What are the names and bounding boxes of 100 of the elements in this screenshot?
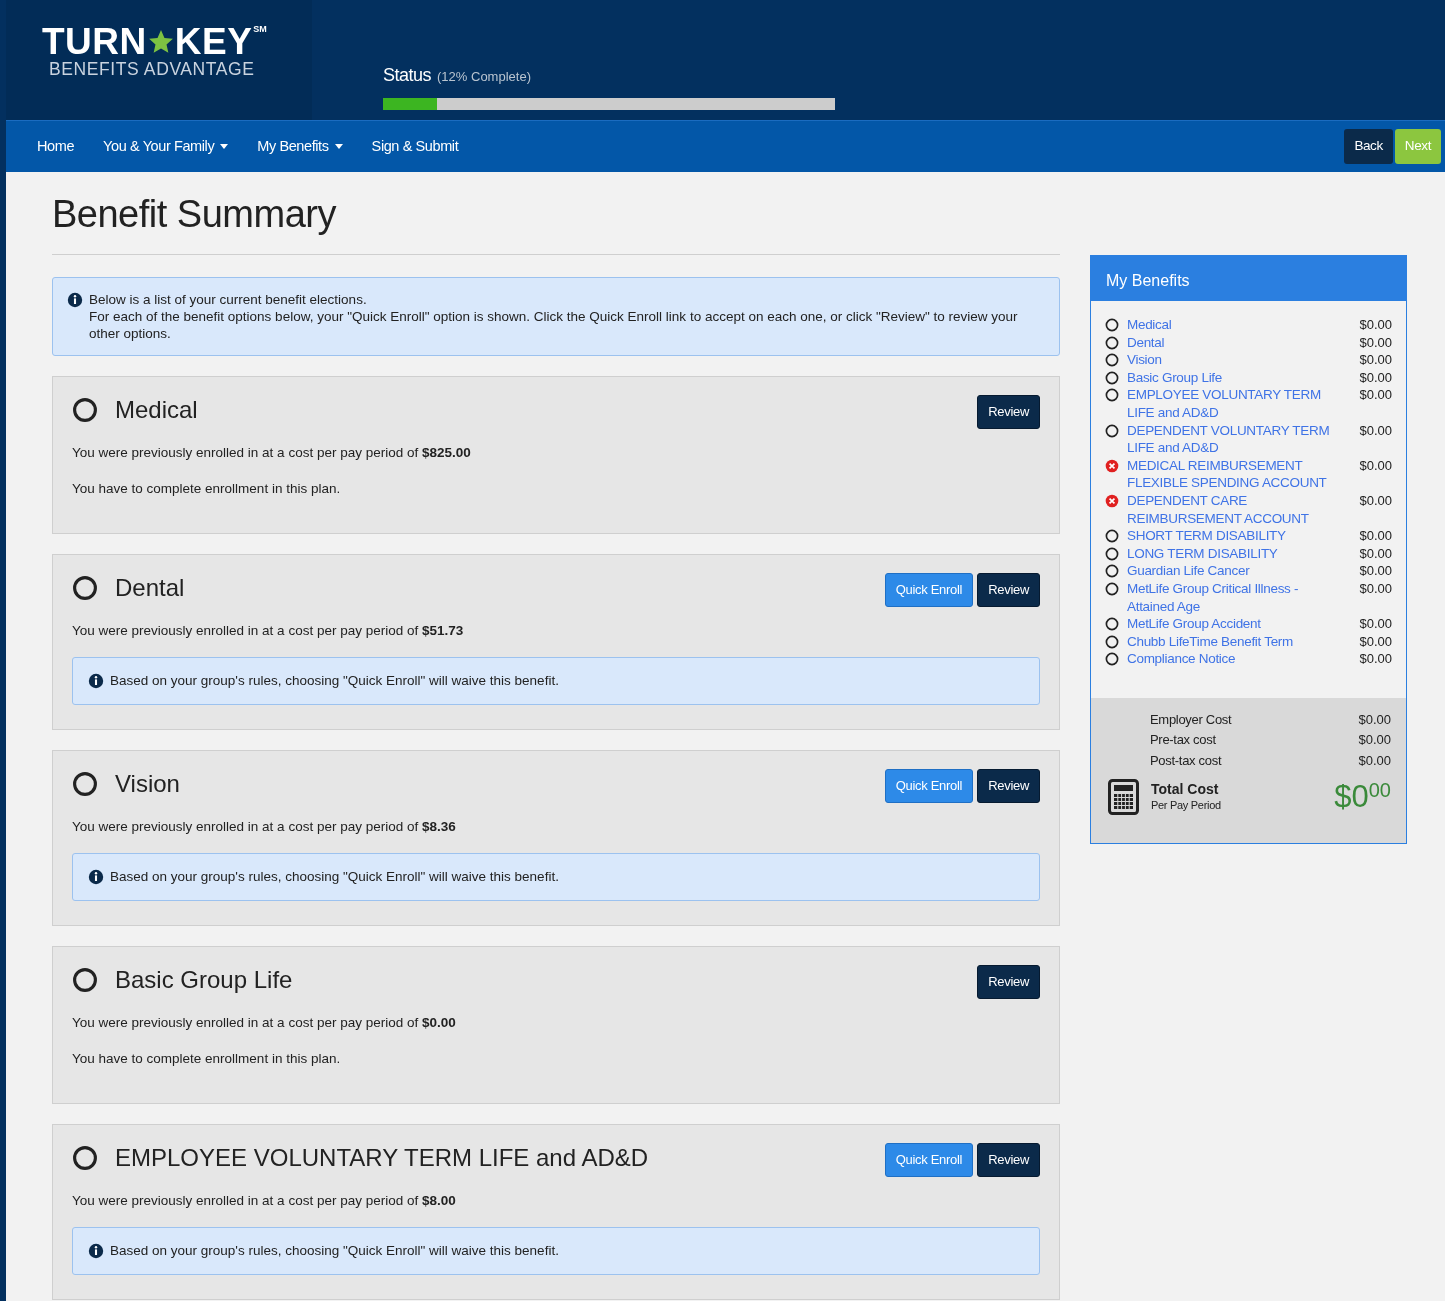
benefit-link[interactable]: DEPENDENT CARE REIMBURSEMENT ACCOUNT	[1127, 491, 1335, 528]
benefit-link[interactable]: MetLife Group Accident	[1127, 615, 1261, 633]
benefit-amount: $0.00	[1359, 456, 1392, 475]
benefit-amount: $0.00	[1359, 351, 1392, 369]
error-icon	[1105, 493, 1119, 508]
benefit-link[interactable]: Medical	[1127, 316, 1172, 334]
benefit-amount: $0.00	[1359, 650, 1392, 668]
radio-circle-icon	[1105, 388, 1119, 403]
status-detail: (12% Complete)	[437, 68, 531, 86]
cost-label: Pre-tax cost	[1150, 731, 1216, 750]
intro-text: Below is a list of your current benefit elections.	[89, 291, 368, 308]
calculator-icon	[1108, 779, 1139, 816]
benefit-link[interactable]: MetLife Group Critical Illness - Attained Age	[1127, 579, 1335, 616]
cost-text: You were previously enrolled in at a cost per pay period of $0.00	[72, 1013, 457, 1032]
benefit-link[interactable]: SHORT TERM DISABILITY	[1127, 527, 1286, 545]
logo-word: TURN	[42, 24, 147, 60]
radio-circle-icon	[1105, 652, 1119, 667]
benefit-amount: $0.00	[1359, 491, 1392, 510]
review-button[interactable]: Review	[977, 395, 1040, 429]
total-cents: 00	[1368, 780, 1391, 801]
benefit-link[interactable]: MEDICAL REIMBURSEMENT FLEXIBLE SPENDING ACCOUNT	[1127, 456, 1335, 492]
back-button[interactable]: Back	[1344, 129, 1393, 164]
total-sublabel: Per Pay Period	[1151, 798, 1221, 814]
next-button[interactable]: Next	[1394, 129, 1441, 164]
benefit-title: Basic Group Life	[115, 965, 293, 995]
benefit-link[interactable]: LONG TERM DISABILITY	[1127, 544, 1278, 563]
status-label: Status	[383, 64, 432, 87]
quick-enroll-button[interactable]: Quick Enroll	[884, 1143, 974, 1177]
alert-text: Based on your group's rules, choosing "Quick Enroll" will waive this benefit.	[110, 867, 559, 886]
radio-circle-icon	[1105, 335, 1119, 350]
benefit-amount: $0.00	[1359, 544, 1392, 563]
quick-enroll-button[interactable]: Quick Enroll	[884, 573, 974, 607]
cost-text: You were previously enrolled in at a cost per pay period of $825.00	[72, 443, 472, 462]
cost-text: You were previously enrolled in at a cost per pay period of $51.73	[72, 621, 465, 640]
cost-text: You were previously enrolled in at a cost per pay period of $8.00	[72, 1191, 457, 1210]
alert-text: Based on your group's rules, choosing "Quick Enroll" will waive this benefit.	[110, 671, 559, 690]
benefit-title: EMPLOYEE VOLUNTARY TERM LIFE and AD&D	[115, 1143, 649, 1173]
caret-icon	[334, 144, 343, 149]
enrollment-note: You have to complete enrollment in this plan.	[72, 479, 342, 498]
benefit-link[interactable]: Compliance Notice	[1127, 650, 1236, 668]
logo-word: KEY	[174, 24, 253, 60]
radio-circle-icon	[1105, 318, 1119, 332]
benefit-link[interactable]: EMPLOYEE VOLUNTARY TERM LIFE and AD&D	[1127, 386, 1335, 422]
benefit-link[interactable]: Guardian Life Cancer	[1127, 562, 1250, 580]
benefit-amount: $0.00	[1359, 421, 1392, 440]
benefit-link[interactable]: Chubb LifeTime Benefit Term	[1127, 632, 1293, 651]
info-icon	[67, 292, 83, 308]
nav-link[interactable]: Home	[37, 135, 75, 158]
total-amount: $0	[1334, 780, 1369, 815]
cost-label: Post-tax cost	[1150, 751, 1222, 770]
review-button[interactable]: Review	[977, 573, 1040, 607]
radio-circle-icon	[1105, 529, 1119, 544]
benefit-link[interactable]: Vision	[1127, 351, 1162, 369]
benefit-amount: $0.00	[1359, 579, 1392, 598]
benefit-amount: $0.00	[1359, 562, 1392, 580]
radio-circle-icon	[1105, 546, 1119, 561]
cost-label: Employer Cost	[1150, 710, 1232, 729]
panel-title: My Benefits	[1091, 256, 1406, 301]
cost-amount: $0.00	[1358, 710, 1391, 729]
intro-text: For each of the benefit options below, your "Quick Enroll" option is shown. Click the Quick Enroll link to accept on each one, or click "Review" to review your other options.	[89, 308, 1019, 342]
page-title: Benefit Summary	[52, 192, 338, 236]
benefit-amount: $0.00	[1359, 632, 1392, 651]
quick-enroll-button[interactable]: Quick Enroll	[884, 769, 974, 803]
radio-circle-icon	[72, 575, 98, 601]
benefit-amount: $0.00	[1359, 527, 1392, 545]
radio-circle-icon	[1105, 634, 1119, 649]
review-button[interactable]: Review	[977, 965, 1040, 999]
review-button[interactable]: Review	[977, 1143, 1040, 1177]
service-mark: SM	[253, 24, 267, 34]
cost-text: You were previously enrolled in at a cost per pay period of $8.36	[72, 817, 457, 836]
benefit-amount: $0.00	[1359, 386, 1392, 405]
enrollment-note: You have to complete enrollment in this plan.	[72, 1049, 342, 1068]
info-icon	[88, 1243, 104, 1260]
error-icon	[1105, 458, 1119, 473]
nav-link[interactable]: My Benefits	[257, 135, 343, 158]
benefit-link[interactable]: DEPENDENT VOLUNTARY TERM LIFE and AD&D	[1127, 421, 1335, 457]
benefit-amount: $0.00	[1359, 333, 1392, 352]
benefit-amount: $0.00	[1359, 615, 1392, 633]
star-icon	[147, 29, 174, 55]
radio-circle-icon	[72, 1145, 98, 1171]
radio-circle-icon	[1105, 353, 1119, 368]
nav-link[interactable]: You & Your Family	[103, 135, 229, 158]
benefit-link[interactable]: Dental	[1127, 333, 1165, 352]
radio-circle-icon	[72, 771, 98, 797]
radio-circle-icon	[72, 397, 98, 423]
benefit-title: Vision	[115, 769, 180, 799]
alert-text: Based on your group's rules, choosing "Quick Enroll" will waive this benefit.	[110, 1241, 559, 1260]
benefit-amount: $0.00	[1359, 316, 1392, 334]
benefit-link[interactable]: Basic Group Life	[1127, 368, 1222, 387]
info-icon	[88, 673, 104, 690]
benefit-title: Dental	[115, 573, 185, 603]
caret-icon	[220, 144, 229, 149]
radio-circle-icon	[1105, 617, 1119, 632]
review-button[interactable]: Review	[977, 769, 1040, 803]
cost-amount: $0.00	[1358, 731, 1391, 750]
radio-circle-icon	[72, 967, 98, 993]
nav-link[interactable]: Sign & Submit	[371, 135, 459, 158]
total-label: Total Cost	[1151, 781, 1220, 798]
radio-circle-icon	[1105, 564, 1119, 579]
benefit-title: Medical	[115, 395, 198, 425]
